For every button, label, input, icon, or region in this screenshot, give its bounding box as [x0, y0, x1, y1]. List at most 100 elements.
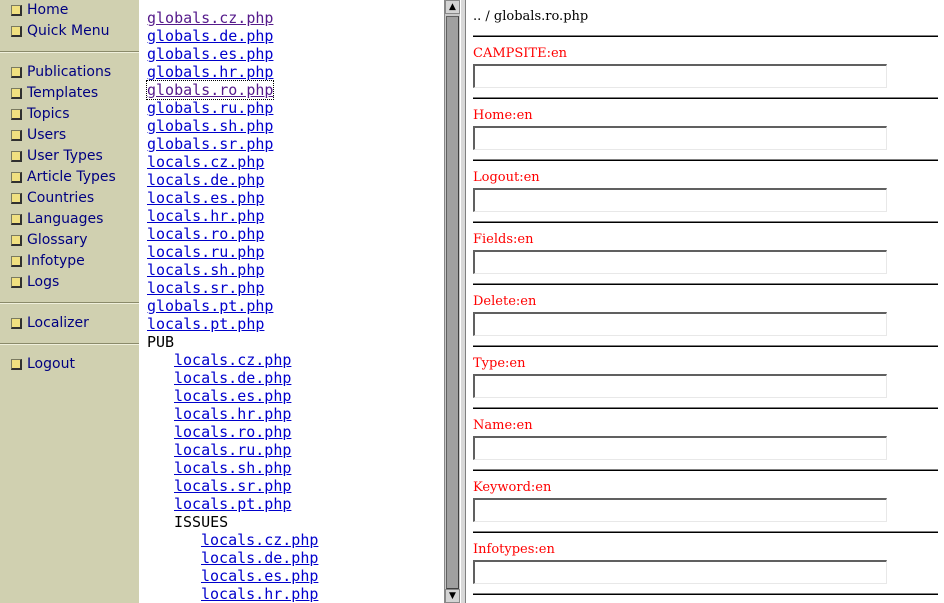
file-link[interactable]: globals.sr.php	[147, 135, 273, 153]
field-separator	[473, 97, 938, 99]
field-label: Logout:en	[473, 170, 540, 185]
nav-item-label: Languages	[27, 211, 104, 227]
nav-item-label: User Types	[27, 148, 103, 164]
file-link[interactable]: globals.hr.php	[147, 63, 273, 81]
translation-input[interactable]	[473, 374, 887, 398]
nav-item-countries[interactable]: Countries	[11, 189, 94, 207]
file-link[interactable]: locals.cz.php	[174, 351, 291, 369]
file-link[interactable]: locals.de.php	[201, 549, 318, 567]
nav-item-label: Article Types	[27, 169, 116, 185]
nav-item-glossary[interactable]: Glossary	[11, 231, 88, 249]
nav-item-label: Publications	[27, 64, 112, 80]
localizer-app: Home Quick Menu Publications Templates Topic…	[0, 0, 944, 603]
translation-input[interactable]	[473, 250, 887, 274]
field-separator	[473, 407, 938, 409]
translation-editor: .. / globals.ro.php CAMPSITE:en Home:en Lo…	[466, 0, 944, 603]
field-separator	[473, 159, 938, 161]
field-label: Fields:en	[473, 232, 534, 247]
translation-input[interactable]	[473, 436, 887, 460]
file-link[interactable]: locals.ru.php	[174, 441, 291, 459]
nav-sidebar: Home Quick Menu Publications Templates Topic…	[0, 0, 139, 603]
breadcrumb: .. / globals.ro.php	[473, 9, 589, 24]
file-link[interactable]: locals.es.php	[201, 567, 318, 585]
nav-item-label: Templates	[27, 85, 99, 101]
file-link[interactable]: globals.sh.php	[147, 117, 273, 135]
bullet-square-icon	[11, 276, 22, 288]
file-link[interactable]: globals.pt.php	[147, 297, 273, 315]
nav-item-label: Countries	[27, 190, 95, 206]
nav-item-templates[interactable]: Templates	[11, 84, 98, 102]
file-link[interactable]: locals.sr.php	[147, 279, 264, 297]
nav-item-home[interactable]: Home	[11, 1, 68, 19]
nav-item-label: Home	[27, 2, 69, 18]
scrollbar-thumb[interactable]	[446, 16, 459, 589]
file-link[interactable]: locals.hr.php	[174, 405, 291, 423]
bullet-square-icon	[11, 87, 22, 99]
file-link[interactable]: globals.cz.php	[147, 9, 273, 27]
file-link[interactable]: locals.cz.php	[147, 153, 264, 171]
file-link[interactable]: globals.es.php	[147, 45, 273, 63]
translation-input[interactable]	[473, 64, 887, 88]
nav-item-logs[interactable]: Logs	[11, 273, 59, 291]
nav-item-label: Users	[27, 127, 67, 143]
file-link[interactable]: globals.de.php	[147, 27, 273, 45]
file-link[interactable]: locals.es.php	[147, 189, 264, 207]
scroll-down-arrow-icon[interactable]: ▼	[445, 589, 460, 603]
nav-item-label: Logout	[27, 356, 75, 372]
nav-item-label: Topics	[27, 106, 70, 122]
nav-item-label: Quick Menu	[27, 23, 110, 39]
nav-item-quick-menu[interactable]: Quick Menu	[11, 22, 109, 40]
nav-item-label: Logs	[27, 274, 60, 290]
bullet-square-icon	[11, 150, 22, 162]
file-link[interactable]: locals.de.php	[147, 171, 264, 189]
nav-item-languages[interactable]: Languages	[11, 210, 103, 228]
file-link[interactable]: globals.ro.php	[145, 80, 275, 100]
nav-item-label: Infotype	[27, 253, 85, 269]
bullet-square-icon	[11, 129, 22, 141]
bullet-square-icon	[11, 4, 22, 16]
scroll-up-arrow-icon[interactable]: ▲	[445, 0, 460, 14]
nav-item-users[interactable]: Users	[11, 126, 66, 144]
file-link[interactable]: globals.ru.php	[147, 99, 273, 117]
field-separator	[473, 35, 938, 37]
nav-item-user-types[interactable]: User Types	[11, 147, 103, 165]
field-label: Name:en	[473, 418, 533, 433]
file-link[interactable]: locals.sr.php	[174, 477, 291, 495]
file-link[interactable]: locals.ro.php	[147, 225, 264, 243]
file-link[interactable]: locals.pt.php	[147, 315, 264, 333]
file-link[interactable]: locals.pt.php	[174, 495, 291, 513]
nav-item-infotype[interactable]: Infotype	[11, 252, 85, 270]
nav-item-logout[interactable]: Logout	[11, 355, 75, 373]
translation-input[interactable]	[473, 188, 887, 212]
folder-label: ISSUES	[174, 513, 229, 531]
file-link[interactable]: locals.sh.php	[174, 459, 291, 477]
field-label: Keyword:en	[473, 480, 552, 495]
bullet-square-icon	[11, 213, 22, 225]
file-tree-scrollbar[interactable]: ▲ ▼	[444, 0, 460, 603]
translation-input[interactable]	[473, 312, 887, 336]
nav-separator	[0, 302, 139, 304]
file-link[interactable]: locals.hr.php	[147, 207, 264, 225]
nav-item-label: Glossary	[27, 232, 88, 248]
nav-item-publications[interactable]: Publications	[11, 63, 111, 81]
file-link[interactable]: locals.sh.php	[147, 261, 264, 279]
file-link[interactable]: locals.ru.php	[147, 243, 264, 261]
field-label: Type:en	[473, 356, 526, 371]
nav-item-topics[interactable]: Topics	[11, 105, 70, 123]
nav-separator	[0, 343, 139, 345]
bullet-square-icon	[11, 234, 22, 246]
file-link[interactable]: locals.cz.php	[201, 531, 318, 549]
file-link[interactable]: locals.es.php	[174, 387, 291, 405]
file-link[interactable]: locals.de.php	[174, 369, 291, 387]
bullet-square-icon	[11, 25, 22, 37]
bullet-square-icon	[11, 66, 22, 78]
nav-item-label: Localizer	[27, 315, 89, 331]
field-separator	[473, 283, 938, 285]
nav-item-localizer[interactable]: Localizer	[11, 314, 89, 332]
file-link[interactable]: locals.hr.php	[201, 585, 318, 603]
translation-input[interactable]	[473, 126, 887, 150]
translation-input[interactable]	[473, 560, 887, 584]
translation-input[interactable]	[473, 498, 887, 522]
file-link[interactable]: locals.ro.php	[174, 423, 291, 441]
nav-item-article-types[interactable]: Article Types	[11, 168, 116, 186]
